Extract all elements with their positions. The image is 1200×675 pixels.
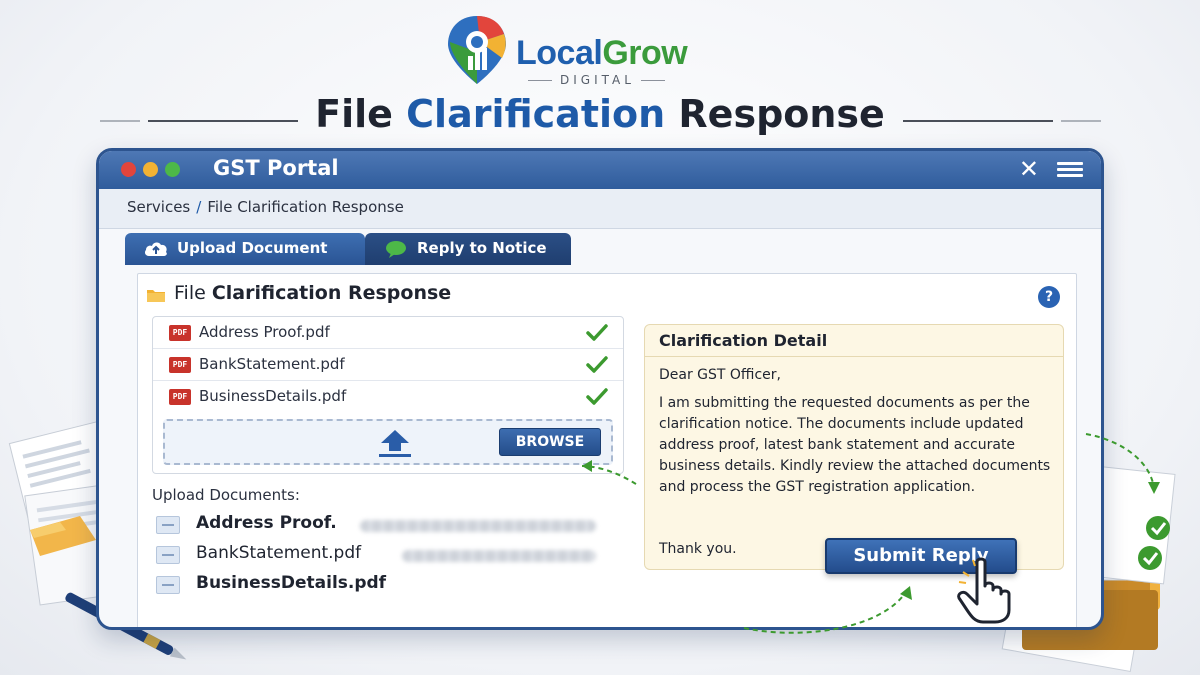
clarification-detail-card: Clarification Detail Dear GST Officer, I… bbox=[644, 324, 1064, 570]
clarification-message-body[interactable]: I am submitting the requested documents … bbox=[659, 393, 1055, 498]
upload-file-name: BusinessDetails.pdf bbox=[196, 573, 387, 593]
file-row[interactable]: PDF BusinessDetails.pdf bbox=[153, 381, 623, 413]
window-maximize-dot[interactable] bbox=[165, 162, 180, 177]
document-icon bbox=[156, 576, 180, 594]
tab-upload-document[interactable]: Upload Document bbox=[125, 233, 365, 265]
brand-header: LocalGrow DIGITAL bbox=[0, 10, 1200, 88]
brand-name: LocalGrow bbox=[516, 34, 688, 73]
file-name: Address Proof.pdf bbox=[199, 323, 330, 341]
green-check-icon bbox=[586, 324, 608, 341]
upload-file-name: BankStatement.pdf bbox=[196, 543, 362, 563]
tab-reply-label: Reply to Notice bbox=[417, 239, 547, 257]
list-item[interactable]: BankStatement.pdf bbox=[156, 540, 616, 570]
pdf-file-icon: PDF bbox=[169, 325, 191, 341]
page-heading: File Clarification Response bbox=[0, 92, 1200, 136]
heading-part-1: File bbox=[315, 92, 407, 136]
document-icon bbox=[156, 516, 180, 534]
list-item[interactable]: Address Proof. bbox=[156, 510, 616, 540]
redacted-progress-bar bbox=[360, 520, 596, 532]
clarification-closing: Thank you. bbox=[659, 541, 737, 557]
breadcrumb-current: File Clarification Response bbox=[207, 198, 404, 216]
file-row[interactable]: PDF BankStatement.pdf bbox=[153, 349, 623, 381]
green-check-icon bbox=[586, 356, 608, 373]
hamburger-menu-icon[interactable] bbox=[1057, 162, 1083, 178]
brand-subtitle: DIGITAL bbox=[528, 73, 665, 87]
heading-part-3: Response bbox=[665, 92, 885, 136]
location-pin-logo-icon bbox=[448, 16, 506, 84]
upload-documents-list: Address Proof. BankStatement.pdf Busines… bbox=[156, 510, 616, 600]
attached-files-box: PDF Address Proof.pdf PDF BankStatement.… bbox=[152, 316, 624, 474]
file-row[interactable]: PDF Address Proof.pdf bbox=[153, 317, 623, 349]
breadcrumb-services[interactable]: Services bbox=[127, 198, 190, 216]
window-titlebar: GST Portal ✕ bbox=[99, 151, 1101, 189]
brand-name-local: Local bbox=[516, 34, 603, 72]
close-icon[interactable]: ✕ bbox=[1019, 156, 1039, 182]
upload-documents-label: Upload Documents: bbox=[152, 486, 300, 504]
breadcrumb-separator: / bbox=[196, 198, 202, 216]
chat-bubble-icon bbox=[386, 241, 406, 258]
tab-upload-label: Upload Document bbox=[177, 239, 328, 257]
help-icon[interactable]: ? bbox=[1038, 286, 1060, 308]
panel-title: File Clarification Response bbox=[147, 282, 452, 304]
clarification-detail-title: Clarification Detail bbox=[645, 325, 1063, 357]
clarification-greeting: Dear GST Officer, bbox=[659, 367, 781, 383]
upload-arrow-icon bbox=[379, 430, 411, 457]
panel-title-part-1: File bbox=[174, 282, 212, 304]
breadcrumb: Services / File Clarification Response bbox=[127, 198, 404, 216]
pointing-hand-cursor-icon bbox=[957, 557, 1011, 624]
breadcrumb-bar: Services / File Clarification Response bbox=[99, 189, 1101, 229]
clarification-panel: File Clarification Response ? PDF Addres… bbox=[137, 273, 1077, 627]
window-close-dot[interactable] bbox=[121, 162, 136, 177]
file-name: BankStatement.pdf bbox=[199, 355, 345, 373]
pdf-file-icon: PDF bbox=[169, 357, 191, 373]
folder-icon bbox=[147, 290, 165, 302]
file-name: BusinessDetails.pdf bbox=[199, 387, 347, 405]
document-icon bbox=[156, 546, 180, 564]
upload-file-name: Address Proof. bbox=[196, 513, 337, 533]
tab-reply-to-notice[interactable]: Reply to Notice bbox=[365, 233, 571, 265]
panel-title-part-2: Clarification Response bbox=[211, 282, 452, 304]
pdf-file-icon: PDF bbox=[169, 389, 191, 405]
cloud-upload-icon bbox=[145, 242, 167, 256]
brand-name-grow: Grow bbox=[602, 34, 688, 72]
redacted-progress-bar bbox=[402, 550, 596, 562]
window-title: GST Portal bbox=[213, 156, 339, 180]
green-check-icon bbox=[586, 388, 608, 405]
list-item[interactable]: BusinessDetails.pdf bbox=[156, 570, 616, 600]
heading-part-2: Clarification bbox=[406, 92, 666, 136]
window-minimize-dot[interactable] bbox=[143, 162, 158, 177]
file-drop-zone[interactable]: BROWSE bbox=[163, 419, 613, 465]
browse-button[interactable]: BROWSE bbox=[499, 428, 601, 456]
